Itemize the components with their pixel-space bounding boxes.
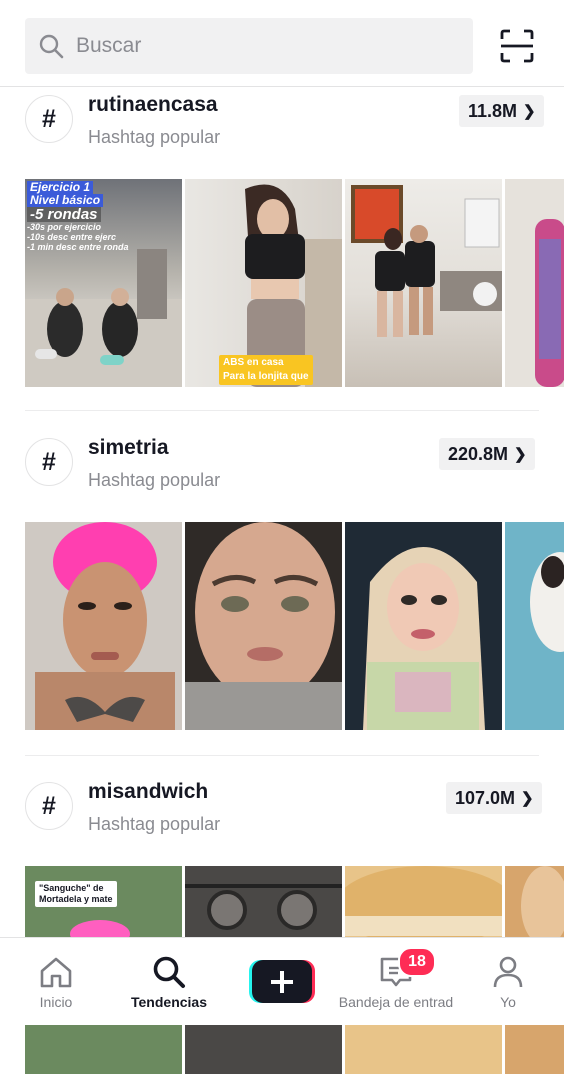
hashtag-count: 107.0M: [455, 787, 516, 808]
video-thumbnail-row: Ejercicio 1 Nivel básico -5 rondas -30s …: [25, 179, 564, 387]
caption-line: ABS en casa: [223, 357, 284, 368]
nav-inbox-label: Bandeja de entrad: [338, 994, 454, 1010]
hashtag-subtitle: Hashtag popular: [88, 470, 221, 490]
scan-qr-icon[interactable]: [499, 28, 535, 64]
nav-profile[interactable]: Yo: [482, 938, 534, 1025]
hashtag-count: 220.8M: [448, 443, 509, 464]
hashtag-icon: #: [25, 95, 73, 143]
video-thumbnail[interactable]: [505, 522, 564, 730]
chevron-right-icon: ❯: [521, 790, 534, 807]
caption-line: Mortadela y mate: [39, 894, 113, 904]
home-icon: [40, 957, 72, 988]
video-thumbnail[interactable]: [505, 179, 564, 387]
hashtag-count-button[interactable]: 220.8M ❯: [439, 438, 535, 470]
hashtag-section-simetria: # simetria Hashtag popular 220.8M ❯: [0, 436, 564, 730]
chevron-right-icon: ❯: [514, 446, 527, 463]
hashtag-name[interactable]: misandwich: [88, 780, 208, 804]
hashtag-count: 11.8M: [468, 100, 518, 121]
search-placeholder: Buscar: [76, 34, 142, 57]
nav-discover[interactable]: Tendencias: [128, 938, 210, 1025]
hashtag-subtitle: Hashtag popular: [88, 814, 221, 834]
section-divider: [25, 755, 539, 756]
video-thumbnail[interactable]: Ejercicio 1 Nivel básico -5 rondas -30s …: [25, 179, 182, 387]
hashtag-icon: #: [25, 438, 73, 486]
caption-line: -10s desc entre ejerc: [27, 232, 117, 242]
thumbnail-scene: [363, 547, 485, 730]
inbox-notification-badge: 18: [398, 947, 436, 977]
profile-icon: [493, 956, 523, 988]
thumbnail-scene: [185, 522, 342, 730]
caption-line: Para la lonjita que: [223, 371, 309, 382]
video-thumbnail[interactable]: [345, 179, 502, 387]
nav-profile-label: Yo: [500, 994, 516, 1010]
search-icon: [153, 956, 185, 988]
thumbnail-scene: [535, 219, 564, 387]
nav-home-label: Inicio: [39, 994, 73, 1010]
thumbnail-scene: [35, 522, 175, 730]
nav-inbox[interactable]: Bandeja de entrad: [336, 938, 456, 1025]
plus-icon: [271, 971, 293, 993]
caption-line: -1 min desc entre ronda: [27, 242, 129, 252]
caption-line: -5 rondas: [27, 207, 101, 222]
caption-line: "Sanguche" de: [39, 883, 104, 893]
thumbnail-scene: [351, 185, 502, 337]
video-thumbnail[interactable]: [345, 522, 502, 730]
hashtag-count-button[interactable]: 11.8M ❯: [459, 95, 544, 127]
search-icon: [39, 34, 64, 59]
hashtag-icon: #: [25, 782, 73, 830]
search-input[interactable]: Buscar: [25, 18, 473, 74]
nav-discover-label: Tendencias: [131, 994, 207, 1010]
video-thumbnail[interactable]: ABS en casa Para la lonjita que: [185, 179, 342, 387]
header-divider: [0, 86, 564, 87]
hashtag-count-button[interactable]: 107.0M ❯: [446, 782, 542, 814]
hashtag-name[interactable]: rutinaencasa: [88, 93, 218, 117]
thumbnail-scene: [530, 552, 564, 652]
section-divider: [25, 410, 539, 411]
nav-home[interactable]: Inicio: [20, 938, 92, 1025]
hashtag-subtitle: Hashtag popular: [88, 127, 221, 147]
video-thumbnail[interactable]: [25, 522, 182, 730]
caption-line: -30s por ejercicio: [27, 222, 102, 232]
video-thumbnail-row: [25, 522, 564, 730]
hashtag-section-rutinaencasa: # rutinaencasa Hashtag popular 11.8M ❯ E…: [0, 93, 564, 387]
chevron-right-icon: ❯: [523, 103, 536, 120]
video-thumbnail[interactable]: [185, 522, 342, 730]
create-video-button[interactable]: [249, 960, 315, 1003]
hashtag-name[interactable]: simetria: [88, 436, 169, 460]
bottom-nav: Inicio Tendencias Bandeja de entrad 18 Y…: [0, 937, 564, 1025]
